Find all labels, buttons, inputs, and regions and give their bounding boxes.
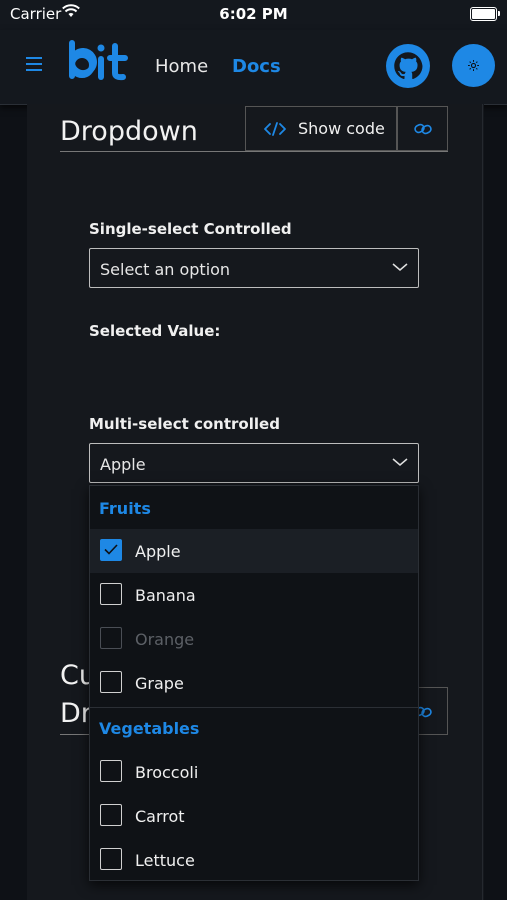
checkbox[interactable] — [100, 671, 122, 693]
nav-docs-link[interactable]: Docs — [232, 56, 281, 77]
single-select-dropdown[interactable]: Select an option — [89, 248, 419, 288]
title-underline — [60, 151, 245, 152]
chevron-down-icon — [392, 458, 408, 466]
option-label: Lettuce — [135, 851, 195, 870]
checkbox[interactable] — [100, 804, 122, 826]
option-lettuce[interactable]: Lettuce — [90, 838, 418, 882]
option-label: Orange — [135, 630, 195, 649]
option-label: Banana — [135, 586, 196, 605]
theme-toggle-button[interactable] — [452, 44, 495, 87]
option-label: Broccoli — [135, 763, 199, 782]
code-icon — [264, 122, 286, 136]
checkbox[interactable] — [100, 848, 122, 870]
checkbox[interactable] — [100, 539, 122, 561]
battery-icon — [470, 7, 500, 21]
option-apple[interactable]: Apple — [90, 529, 418, 573]
option-banana[interactable]: Banana — [90, 573, 418, 617]
chevron-down-icon — [392, 263, 408, 271]
show-code-label: Show code — [298, 119, 385, 138]
app-bar: Home Docs — [0, 30, 507, 105]
nav-home-link[interactable]: Home — [155, 56, 208, 77]
multi-select-label: Multi-select controlled — [89, 415, 280, 433]
status-time: 6:02 PM — [219, 5, 288, 23]
checkbox — [100, 627, 122, 649]
section2-title-line2: Dr — [60, 698, 92, 729]
section-title: Dropdown — [60, 116, 198, 147]
copy-link-button[interactable] — [397, 106, 448, 151]
option-grape[interactable]: Grape — [90, 661, 418, 705]
status-bar: Carrier 6:02 PM — [0, 0, 507, 30]
panel-border — [482, 104, 483, 900]
option-label: Grape — [135, 674, 184, 693]
group-divider — [90, 707, 418, 708]
option-orange: Orange — [90, 617, 418, 661]
option-label: Carrot — [135, 807, 185, 826]
option-broccoli[interactable]: Broccoli — [90, 750, 418, 794]
single-select-placeholder: Select an option — [100, 260, 231, 279]
option-carrot[interactable]: Carrot — [90, 794, 418, 838]
multi-select-dropdown[interactable]: Apple — [89, 443, 419, 483]
single-select-label: Single-select Controlled — [89, 220, 292, 238]
link-icon — [414, 123, 432, 135]
buttons-underline — [245, 151, 448, 152]
github-icon[interactable] — [386, 44, 430, 88]
group-header-vegetables: Vegetables — [99, 719, 200, 738]
bit-logo[interactable] — [67, 40, 131, 84]
checkbox[interactable] — [100, 583, 122, 605]
sun-icon — [468, 60, 479, 71]
hamburger-menu-icon[interactable] — [26, 57, 42, 71]
show-code-button[interactable]: Show code — [245, 106, 397, 151]
multi-select-value: Apple — [100, 455, 146, 474]
group-header-fruits: Fruits — [99, 499, 151, 518]
multi-select-callout: Fruits Apple Banana Orange Grape Vegetab… — [89, 485, 419, 881]
selected-value-label: Selected Value: — [89, 322, 221, 340]
checkbox[interactable] — [100, 760, 122, 782]
option-label: Apple — [135, 542, 181, 561]
checkmark-icon — [104, 544, 118, 555]
